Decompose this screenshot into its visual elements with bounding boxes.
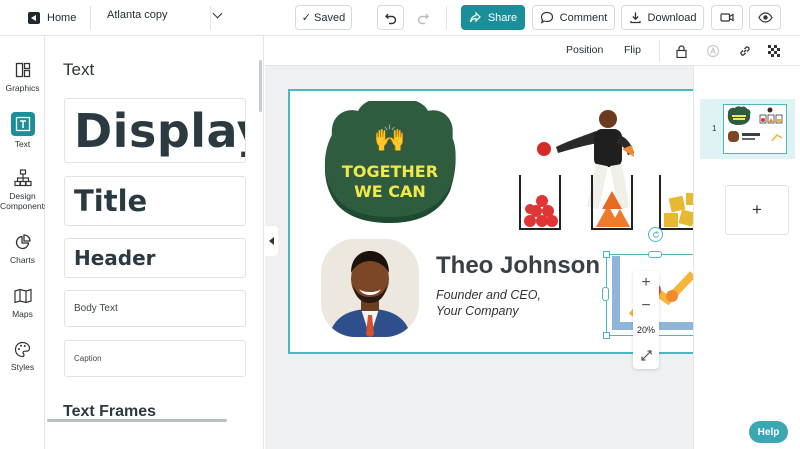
- help-button[interactable]: Help: [749, 421, 788, 443]
- undo-button[interactable]: [377, 5, 404, 30]
- checkmark-icon: ✓: [301, 12, 311, 24]
- preview-button[interactable]: [749, 5, 781, 30]
- eye-icon: [757, 12, 773, 23]
- animate-icon[interactable]: [705, 43, 721, 59]
- badge-shape[interactable]: 🙌 TOGETHER WE CAN: [320, 101, 460, 225]
- page-thumbnail[interactable]: [723, 104, 787, 154]
- rail-label: Text: [14, 139, 31, 149]
- download-label: Download: [647, 11, 697, 24]
- rail-item-styles[interactable]: Styles: [0, 339, 45, 372]
- home-label: Home: [47, 12, 77, 24]
- text-style-title[interactable]: Title: [64, 176, 246, 226]
- styles-icon: [13, 339, 33, 359]
- divider: [90, 6, 91, 30]
- rail-item-design-components[interactable]: Design Components: [0, 168, 49, 211]
- divider: [446, 6, 447, 30]
- rail-item-text[interactable]: Text: [0, 112, 45, 149]
- comment-icon: [540, 11, 553, 24]
- share-icon: [469, 11, 481, 23]
- rail-item-charts[interactable]: Charts: [0, 232, 45, 265]
- comment-button[interactable]: Comment: [532, 5, 615, 30]
- text-style-display[interactable]: Display: [64, 98, 246, 163]
- text-icon: [10, 112, 35, 136]
- rail-label: Charts: [9, 255, 36, 265]
- saved-label: Saved: [314, 11, 346, 24]
- redo-icon: [417, 13, 429, 24]
- rotate-icon: [652, 230, 659, 238]
- collapse-panel-button[interactable]: [264, 226, 278, 256]
- zoom-out-button[interactable]: −: [633, 295, 659, 317]
- role-line2: Your Company: [436, 304, 519, 318]
- share-button[interactable]: Share: [461, 5, 525, 30]
- add-page-button[interactable]: +: [725, 185, 789, 235]
- left-nav-rail: Graphics Text Design Components Charts M…: [0, 36, 49, 449]
- badge-line2: WE CAN: [354, 182, 426, 201]
- maps-icon: [13, 286, 33, 306]
- resize-handle-top-left[interactable]: [603, 251, 610, 258]
- profile-photo[interactable]: [321, 239, 419, 337]
- role-line1: Founder and CEO,: [436, 288, 541, 302]
- panel-horizontal-scrollbar[interactable]: [47, 419, 227, 422]
- resize-handle-bottom-left[interactable]: [603, 332, 610, 339]
- rotate-handle[interactable]: [648, 227, 663, 242]
- expand-icon: [640, 349, 652, 361]
- raising-hands-emoji: 🙌: [374, 123, 406, 153]
- divider: [210, 6, 211, 30]
- lock-icon[interactable]: [673, 43, 689, 59]
- home-button[interactable]: Home: [28, 9, 76, 27]
- zoom-controls: + − 20%: [633, 271, 659, 369]
- resize-handle-left[interactable]: [602, 287, 609, 301]
- rail-label: Maps: [12, 309, 33, 319]
- document-name: Atlanta copy: [107, 9, 168, 21]
- rail-item-graphics[interactable]: Graphics: [0, 60, 45, 93]
- rail-label: Design Components: [0, 191, 49, 211]
- zoom-level: 20%: [636, 325, 655, 335]
- present-video-button[interactable]: [711, 5, 743, 30]
- person-role[interactable]: Founder and CEO, Your Company: [436, 287, 541, 319]
- comment-label: Comment: [559, 11, 608, 24]
- undo-icon: [384, 13, 396, 24]
- transparency-icon[interactable]: [766, 43, 782, 59]
- juggler-illustration: [519, 110, 701, 230]
- element-toolbar: Position Flip: [265, 36, 800, 66]
- rail-label: Styles: [10, 362, 35, 372]
- text-style-caption[interactable]: Caption: [64, 340, 246, 377]
- document-name-dropdown[interactable]: Atlanta copy: [107, 8, 222, 21]
- rail-item-maps[interactable]: Maps: [0, 286, 45, 319]
- saved-status-button[interactable]: ✓ Saved: [295, 5, 352, 30]
- download-button[interactable]: Download: [621, 5, 704, 30]
- graphics-icon: [13, 60, 33, 80]
- video-icon: [720, 13, 734, 22]
- resize-handle-top[interactable]: [648, 251, 662, 258]
- fit-to-screen-button[interactable]: [633, 343, 659, 367]
- panel-vertical-scrollbar[interactable]: [259, 60, 262, 112]
- download-icon: [629, 12, 641, 24]
- flip-button[interactable]: Flip: [624, 44, 641, 56]
- divider: [659, 40, 660, 62]
- position-button[interactable]: Position: [566, 44, 603, 56]
- back-icon: [28, 12, 40, 24]
- share-label: Share: [487, 11, 518, 24]
- panel-title: Text: [63, 60, 95, 79]
- chevron-down-icon: [212, 8, 222, 18]
- design-components-icon: [13, 168, 33, 188]
- person-name[interactable]: Theo Johnson: [436, 252, 600, 280]
- rail-label: Graphics: [5, 83, 40, 93]
- page-list-panel: 1 +: [693, 66, 800, 449]
- text-style-header[interactable]: Header: [64, 238, 246, 278]
- page-number: 1: [712, 124, 717, 133]
- zoom-in-button[interactable]: +: [633, 271, 659, 295]
- top-bar: Home Atlanta copy ✓ Saved Share Comment …: [0, 0, 800, 36]
- text-panel: Text Display Title Header Body Text Capt…: [45, 36, 264, 449]
- text-style-body[interactable]: Body Text: [64, 290, 246, 327]
- redo-button[interactable]: [409, 5, 436, 30]
- link-icon[interactable]: [737, 43, 753, 59]
- badge-line1: TOGETHER: [342, 162, 438, 181]
- charts-icon: [13, 232, 33, 252]
